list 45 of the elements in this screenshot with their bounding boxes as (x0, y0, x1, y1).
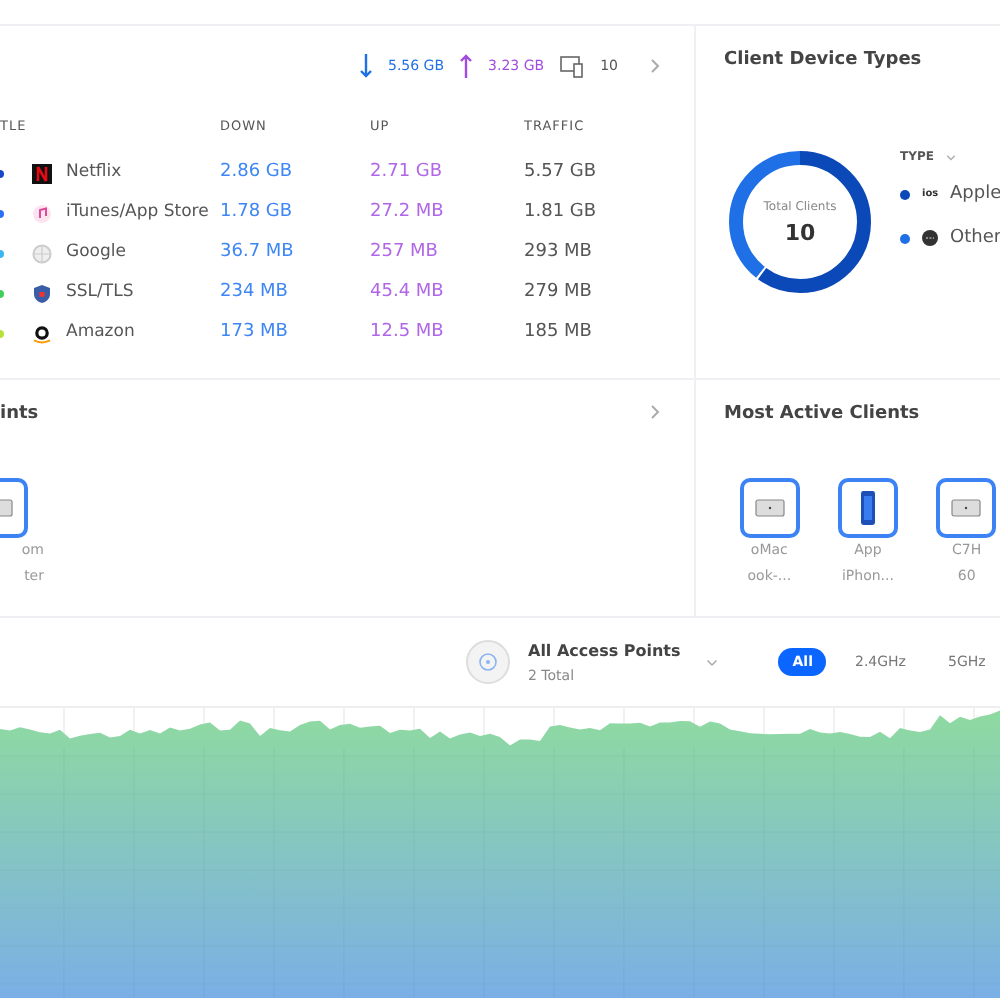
client-tile[interactable] (739, 478, 800, 538)
app-name: SSL/TLS (66, 280, 134, 306)
upload-value: 2.71 GB (370, 160, 445, 186)
legend-label: Apple (950, 181, 1000, 207)
globe-icon (32, 243, 52, 263)
phone-icon (859, 490, 876, 526)
app-name: iTunes/App Store (66, 200, 209, 226)
traffic-value: 185 MB (524, 320, 594, 346)
client-tile[interactable] (837, 478, 898, 538)
app-logo-icon (32, 163, 52, 183)
upload-value: 12.5 MB (370, 320, 446, 346)
up-arrow-icon (460, 54, 473, 78)
shield-icon (32, 283, 52, 303)
app-name: Google (66, 240, 126, 266)
laptop-icon (753, 498, 786, 518)
upload-value: 45.4 MB (370, 280, 446, 306)
dots-icon (922, 230, 938, 246)
laptop-icon (950, 498, 983, 518)
donut-value: 10 (784, 219, 816, 245)
access-point-icon (466, 640, 510, 684)
panel-title: Client Device Types (724, 50, 924, 70)
app-name: Amazon (66, 320, 135, 346)
download-value: 36.7 MB (220, 240, 296, 266)
upload-value: 27.2 MB (370, 200, 446, 226)
music-note-icon (32, 203, 52, 223)
traffic-value: 1.81 GB (524, 200, 599, 226)
down-arrow-icon (359, 54, 372, 78)
panel-title: ints (0, 404, 39, 424)
upload-value: 257 MB (370, 240, 440, 266)
download-value: 1.78 GB (220, 200, 295, 226)
chevron-right-icon[interactable] (646, 58, 662, 74)
download-value: 173 MB (220, 320, 290, 346)
traffic-value: 293 MB (524, 240, 594, 266)
client-tile[interactable] (936, 478, 997, 538)
chevron-down-icon[interactable] (706, 656, 719, 668)
app-name: Netflix (66, 160, 122, 186)
chevron-right-icon[interactable] (646, 404, 662, 420)
devices-icon (560, 55, 585, 77)
chevron-down-icon[interactable] (945, 151, 956, 161)
panel-title: Most Active Clients (724, 404, 922, 424)
download-value: 234 MB (220, 280, 290, 306)
traffic-value: 279 MB (524, 280, 594, 306)
traffic-value: 5.57 GB (524, 160, 599, 186)
download-value: 2.86 GB (220, 160, 295, 186)
access-point-name: All Access Points (528, 641, 681, 659)
